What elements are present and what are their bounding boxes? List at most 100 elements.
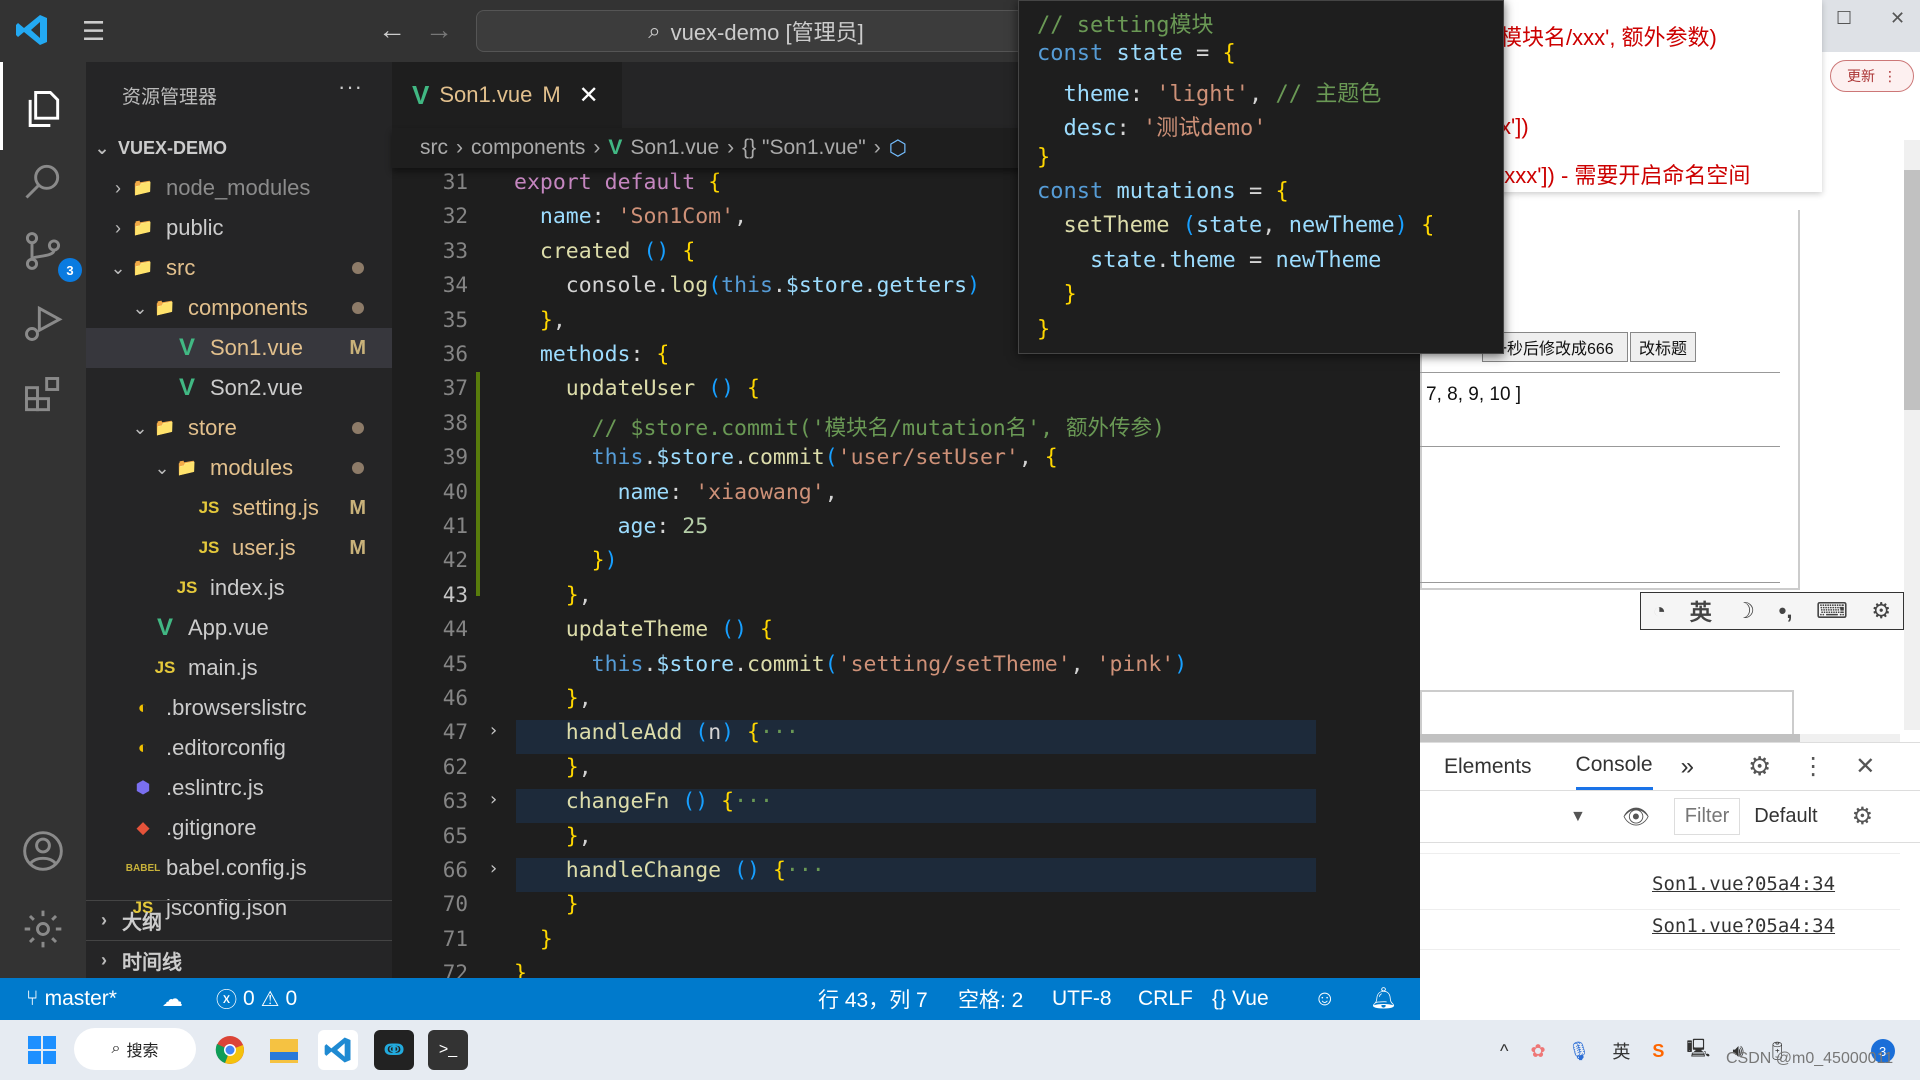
tree-item[interactable]: JS main.js [86,648,392,688]
ime-language[interactable]: 英 [1690,595,1712,627]
explorer-icon[interactable] [18,84,68,134]
gear-icon[interactable]: ⚙ [1852,802,1874,831]
fold-chevron-icon[interactable]: › [488,720,499,741]
settings-gear-icon[interactable] [18,904,68,954]
breadcrumb-item[interactable]: src [420,136,448,160]
vscode-taskbar-icon[interactable] [318,1030,358,1070]
notifications-bell-icon[interactable]: 🔔︎ [1370,978,1397,1020]
menu-icon[interactable]: ☰ [82,18,105,44]
vue-file-icon: V [412,79,430,110]
kebab-menu-icon[interactable]: ⋮ [1801,752,1825,781]
tree-item-label: .gitignore [166,815,257,840]
chevron-up-icon[interactable]: ^ [1500,1041,1508,1062]
problems[interactable]: ⓧ 0 ⚠ 0 [216,978,297,1020]
microphone-icon[interactable]: 🎙︎ [1568,1041,1591,1062]
gear-icon[interactable]: ⚙ [1748,751,1771,782]
tree-item[interactable]: › 📁 public [86,208,392,248]
fold-chevron-icon[interactable]: › [488,789,499,810]
tree-item[interactable]: ⌄ 📁 store [86,408,392,448]
ime-logo-icon[interactable]: ◔ [1653,598,1666,624]
tray-app-icon[interactable]: ✿ [1530,1041,1545,1062]
popup-code-line: } [1037,144,1051,170]
outline-section[interactable]: › 大纲 [86,900,392,940]
project-header[interactable]: ⌄ VUEX-DEMO [86,130,392,166]
vertical-scrollbar[interactable] [1904,140,1920,730]
search-icon[interactable] [18,156,68,206]
app-icon[interactable]: ↂ [374,1030,414,1070]
gear-icon[interactable]: ⚙ [1871,598,1891,624]
back-arrow-icon[interactable]: ← [378,14,406,46]
console-log-source[interactable]: Son1.vue?05a4:34 [1652,915,1835,937]
run-debug-icon[interactable] [18,298,68,348]
network-icon[interactable]: 🖳 [1686,1036,1710,1066]
tree-item[interactable]: ◆ .gitignore [86,808,392,848]
code-line: handleChange () {··· [565,858,825,883]
tree-item[interactable]: ⌄ 📁 src [86,248,392,288]
log-levels-dropdown[interactable]: Default [1754,805,1817,828]
browser-update-button[interactable]: 更新 ⋮ [1830,60,1914,92]
git-branch[interactable]: ⑂ master* [26,978,117,1020]
git-modified-gutter [476,372,480,596]
close-icon[interactable]: ✕ [1855,752,1875,781]
filter-input[interactable]: Filter [1673,798,1741,835]
tree-item[interactable]: JS user.js M [86,528,392,568]
tree-item[interactable]: V Son2.vue [86,368,392,408]
maximize-icon[interactable]: ☐ [1836,8,1852,29]
punctuation-icon[interactable]: •, [1779,598,1793,624]
eye-icon[interactable]: 👁 [1622,804,1650,830]
sogou-icon[interactable]: S [1652,1041,1664,1062]
close-window-icon[interactable]: ✕ [1890,8,1905,29]
line-number: 38 [442,410,468,435]
code-line: }, [565,823,592,849]
tree-item-label: setting.js [232,495,319,520]
more-tabs-icon[interactable]: » [1681,753,1694,781]
fold-chevron-icon[interactable]: › [488,858,499,879]
command-center[interactable]: ⌕ vuex-demo [管理员] [476,10,1036,52]
forward-arrow-icon[interactable]: → [425,14,453,46]
ime-indicator[interactable]: 英 [1612,1038,1630,1064]
console-log-source[interactable]: Son1.vue?05a4:34 [1652,873,1835,895]
tree-item[interactable]: ⬢ .eslintrc.js [86,768,392,808]
tree-item[interactable]: ◐ .editorconfig [86,728,392,768]
breadcrumb-item[interactable]: {} "Son1.vue" [742,136,866,160]
tree-item[interactable]: ⌄ 📁 modules [86,448,392,488]
breadcrumb-item[interactable]: components [471,136,585,160]
accounts-icon[interactable] [18,826,68,876]
timeline-section[interactable]: › 时间线 [86,940,392,980]
context-dropdown-icon[interactable]: ▼ [1570,808,1586,826]
popup-code-line: setTheme (state, newTheme) { [1063,213,1435,239]
change-title-button[interactable]: 改标题 [1630,332,1697,362]
breadcrumb-item[interactable]: Son1.vue [630,136,719,160]
moon-icon[interactable]: ☽ [1735,598,1755,624]
sync-icon[interactable]: ☁ [162,978,183,1020]
line-ending[interactable]: CRLF [1138,978,1193,1020]
tree-item[interactable]: ⌄ 📁 components [86,288,392,328]
source-control-icon[interactable]: 3 [18,226,82,282]
language-mode[interactable]: {} Vue [1212,978,1269,1020]
keyboard-icon[interactable]: ⌨ [1816,598,1848,624]
more-actions-icon[interactable]: ··· [338,74,363,100]
tab-console[interactable]: Console [1575,743,1653,790]
tree-item[interactable]: › 📁 node_modules [86,168,392,208]
tab-son1-vue[interactable]: V Son1.vue M ✕ [392,62,622,128]
tree-item[interactable]: BABEL babel.config.js [86,848,392,888]
tree-item[interactable]: ◐ .browserslistrc [86,688,392,728]
feedback-icon[interactable]: ☺ [1314,978,1335,1020]
close-icon[interactable]: ✕ [579,81,599,110]
tree-item[interactable]: JS setting.js M [86,488,392,528]
tab-elements[interactable]: Elements [1444,755,1532,779]
windows-start-icon[interactable] [22,1030,62,1070]
cursor-position[interactable]: 行 43，列 7 [818,978,928,1020]
tree-item[interactable]: V App.vue [86,608,392,648]
terminal-icon[interactable]: >_ [428,1030,468,1070]
file-explorer-icon[interactable] [264,1030,304,1070]
encoding[interactable]: UTF-8 [1052,978,1112,1020]
folder-icon: 📁 [176,458,198,477]
tree-item[interactable]: V Son1.vue M [86,328,392,368]
taskbar-search[interactable]: ⌕ 搜索 [74,1028,196,1070]
git-changes-dot [352,422,364,434]
extensions-icon[interactable] [18,370,68,420]
indentation[interactable]: 空格: 2 [958,978,1023,1020]
tree-item[interactable]: JS index.js [86,568,392,608]
chrome-icon[interactable] [210,1030,250,1070]
